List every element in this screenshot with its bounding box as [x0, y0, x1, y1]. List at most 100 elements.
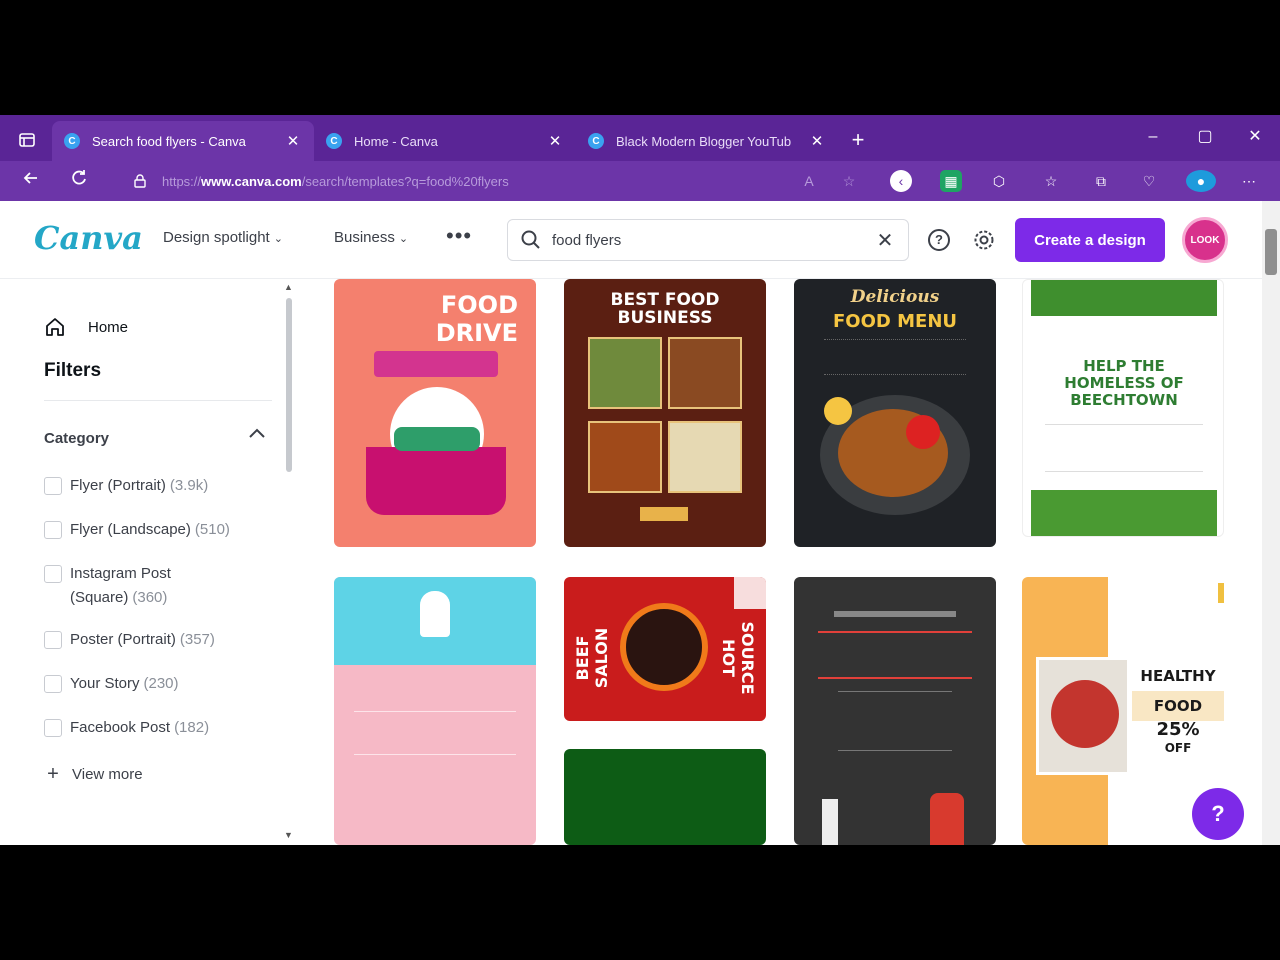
more-menu-button[interactable]: ••• — [446, 223, 472, 249]
template-card-food-menu[interactable]: Delicious FOOD MENU — [794, 279, 996, 547]
card-title-left: BEEF SALON — [573, 627, 611, 689]
nav-design-spotlight[interactable]: Design spotlight ⌄ — [163, 229, 283, 246]
groceries-image — [394, 427, 480, 451]
maximize-button[interactable]: ▢ — [1190, 125, 1220, 149]
filter-label: Flyer (Portrait) — [70, 477, 166, 494]
tab-home-canva[interactable]: C Home - Canva ✕ — [314, 121, 576, 161]
profile-icon[interactable]: ● — [1186, 170, 1216, 192]
template-card-steak-grill[interactable] — [794, 577, 996, 845]
help-icon[interactable]: ? — [928, 229, 950, 251]
close-window-button[interactable]: ✕ — [1240, 125, 1270, 149]
view-more-link[interactable]: + View more — [44, 763, 142, 786]
scroll-up-arrow-icon[interactable]: ▲ — [284, 282, 293, 292]
chef-image — [420, 591, 450, 637]
tab-title: Home - Canva — [354, 133, 438, 149]
food-photo — [668, 337, 742, 409]
card-title-line: HEALTHY — [1140, 667, 1216, 685]
nav-business[interactable]: Business ⌄ — [334, 229, 408, 246]
card-small-heading — [834, 611, 956, 617]
plus-icon: + — [47, 763, 59, 785]
template-card-green[interactable] — [564, 749, 766, 845]
filter-flyer-landscape[interactable]: Flyer (Landscape) (510) — [44, 518, 254, 542]
checkbox[interactable] — [44, 565, 62, 583]
browser-essentials-icon[interactable]: ♡ — [1138, 170, 1160, 192]
filter-facebook-post[interactable]: Facebook Post (182) — [44, 716, 254, 740]
scroll-down-arrow-icon[interactable]: ▼ — [284, 830, 293, 840]
gear-icon[interactable] — [972, 228, 996, 252]
card-body-text — [824, 339, 966, 375]
card-title-line: HOMELESS OF — [1064, 374, 1184, 392]
tab-search-food-flyers[interactable]: C Search food flyers - Canva ✕ — [52, 121, 314, 161]
checkbox[interactable] — [44, 521, 62, 539]
card-title-line: DRIVE — [435, 319, 518, 347]
tab-actions-icon — [19, 133, 35, 147]
search-box: ✕ — [507, 219, 909, 261]
page-scroll-thumb[interactable] — [1265, 229, 1277, 275]
read-aloud-icon[interactable]: A — [798, 170, 820, 192]
page-scrollbar[interactable] — [1262, 201, 1280, 845]
collections-icon[interactable]: ⧉ — [1090, 170, 1112, 192]
checkbox[interactable] — [44, 675, 62, 693]
food-photo — [588, 421, 662, 493]
filters-heading: Filters — [44, 360, 102, 381]
chevron-up-icon[interactable] — [248, 426, 266, 444]
card-title-line: HELP THE — [1083, 357, 1165, 375]
url-prefix: https:// — [162, 173, 202, 189]
refresh-button[interactable] — [66, 169, 92, 193]
filter-label: Flyer (Landscape) — [70, 521, 191, 538]
food-photo — [668, 421, 742, 493]
extension-arrow-icon[interactable]: ‹ — [890, 170, 912, 192]
back-button[interactable] — [18, 169, 44, 193]
filter-poster-portrait[interactable]: Poster (Portrait) (357) — [44, 628, 254, 652]
close-tab-icon[interactable]: ✕ — [284, 132, 302, 150]
category-heading: Category — [44, 430, 110, 447]
more-options-icon[interactable]: ⋯ — [1238, 170, 1260, 192]
filter-instagram-post[interactable]: Instagram Post (Square) (360) — [44, 562, 204, 610]
tab-black-modern-blogger[interactable]: C Black Modern Blogger YouTub ✕ — [576, 121, 838, 161]
refresh-icon — [72, 170, 86, 185]
template-card-food-drive[interactable]: FOOD DRIVE — [334, 279, 536, 547]
canva-logo[interactable]: Canva — [34, 219, 143, 257]
card-title: BEST FOOD BUSINESS — [564, 291, 766, 327]
home-icon — [46, 318, 64, 336]
card-script: Delicious — [850, 287, 940, 307]
favorites-icon[interactable]: ☆ — [1040, 170, 1062, 192]
tab-bar: C Search food flyers - Canva ✕ C Home - … — [0, 115, 1280, 161]
address-bar[interactable]: https:// www.canva.com /search/templates… — [120, 167, 880, 195]
avatar[interactable]: LOOK — [1182, 217, 1228, 263]
template-card-best-food-business[interactable]: BEST FOOD BUSINESS — [564, 279, 766, 547]
card-body-text — [838, 691, 952, 751]
sidebar-item-home[interactable]: Home — [44, 316, 128, 338]
create-design-button[interactable]: Create a design — [1015, 218, 1165, 262]
clear-search-icon[interactable]: ✕ — [874, 228, 896, 253]
sidebar-scroll-thumb[interactable] — [286, 298, 292, 472]
minimize-button[interactable]: – — [1138, 125, 1168, 149]
filter-flyer-portrait[interactable]: Flyer (Portrait) (3.9k) — [44, 474, 254, 498]
url-path: /search/templates?q=food%20flyers — [301, 173, 509, 189]
puzzle-extension-icon[interactable]: ⬡ — [988, 170, 1010, 192]
card-edge-decor — [1218, 583, 1224, 603]
tab-actions-button[interactable] — [14, 127, 40, 153]
sheets-extension-icon[interactable]: ▦ — [940, 170, 962, 192]
template-card-beef-salon[interactable]: BEEF SALON SOURCE HOT — [564, 577, 766, 721]
favorite-icon[interactable]: ☆ — [838, 170, 860, 192]
template-card-pink-sandwich[interactable] — [334, 577, 536, 845]
checkbox[interactable] — [44, 631, 62, 649]
close-tab-icon[interactable]: ✕ — [546, 132, 564, 150]
discount-off: OFF — [1164, 741, 1192, 755]
cucumber-image — [1031, 490, 1217, 536]
filter-your-story[interactable]: Your Story (230) — [44, 672, 254, 696]
new-tab-button[interactable]: + — [846, 128, 870, 152]
card-title: HELP THE HOMELESS OF BEECHTOWN — [1023, 357, 1223, 409]
filter-count: (3.9k) — [169, 477, 209, 494]
checkbox[interactable] — [44, 477, 62, 495]
corner-decor — [734, 577, 766, 609]
floating-help-button[interactable]: ? — [1192, 788, 1244, 840]
checkbox[interactable] — [44, 719, 62, 737]
filter-count: (182) — [174, 719, 210, 736]
close-tab-icon[interactable]: ✕ — [808, 132, 826, 150]
template-card-help-homeless[interactable]: HELP THE HOMELESS OF BEECHTOWN — [1022, 279, 1224, 537]
screen: C Search food flyers - Canva ✕ C Home - … — [0, 0, 1280, 960]
search-input[interactable] — [552, 231, 874, 249]
filter-label: Your Story — [70, 675, 140, 692]
